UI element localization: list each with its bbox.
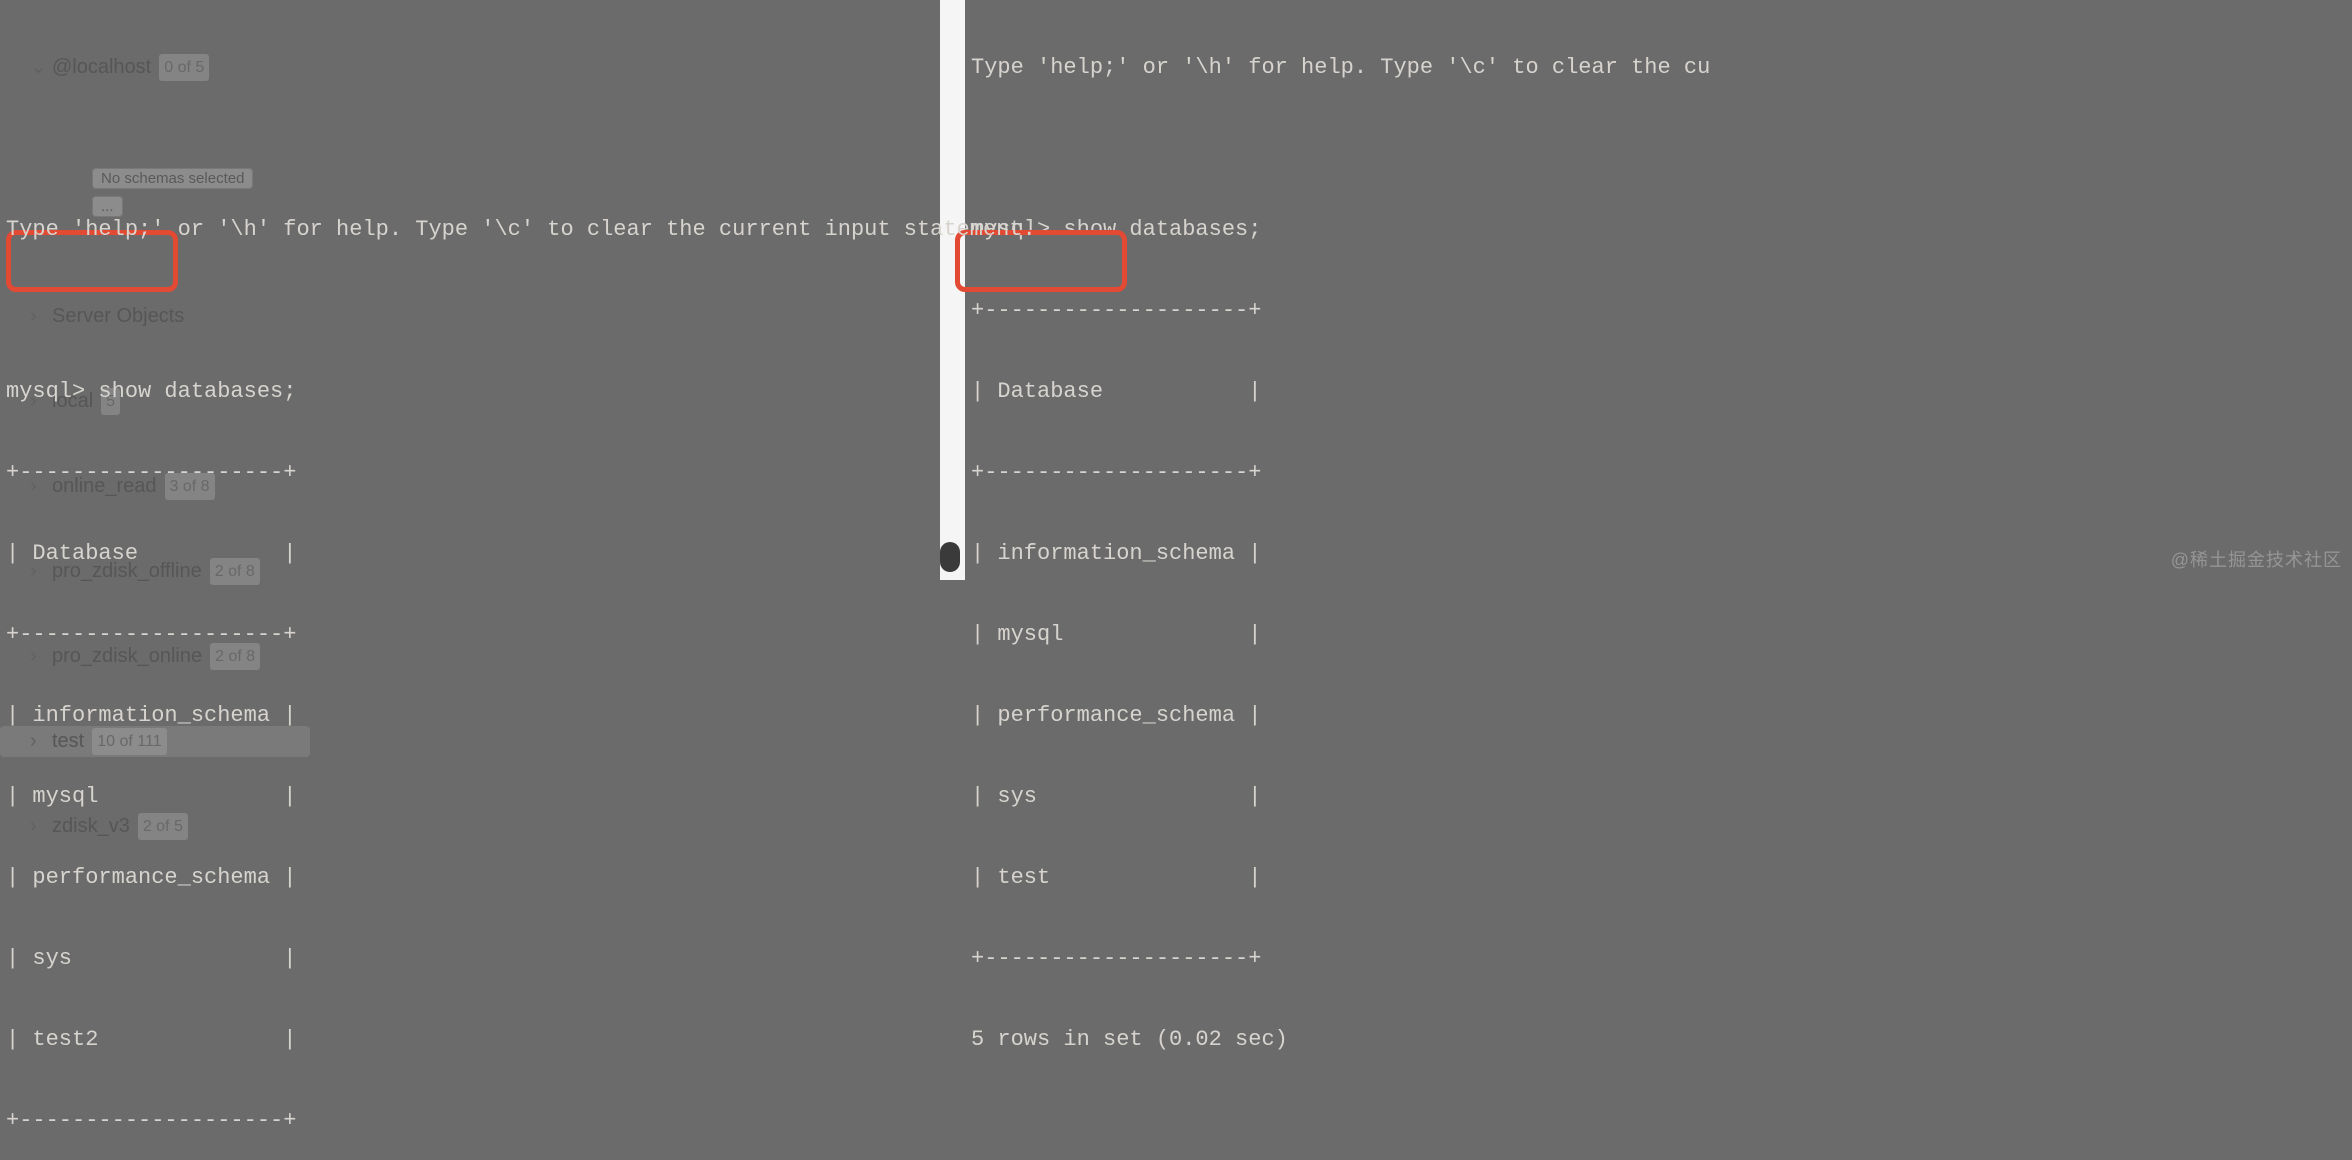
sql-command: mysql> show databases;: [965, 216, 2352, 243]
tree-host-badge: 0 of 5: [159, 54, 209, 81]
table-row: | performance_schema |: [0, 864, 940, 891]
help-line: Type 'help;' or '\h' for help. Type '\c'…: [0, 216, 940, 243]
terminal-right[interactable]: Type 'help;' or '\h' for help. Type '\c'…: [965, 0, 2352, 580]
table-header: | Database |: [0, 540, 940, 567]
table-border: +--------------------+: [965, 945, 2352, 972]
table-row: | information_schema |: [965, 540, 2352, 567]
table-border: +--------------------+: [0, 621, 940, 648]
tree-host-label: @localhost: [52, 54, 151, 81]
table-row: | sys |: [965, 783, 2352, 810]
sql-command: mysql> show databases;: [0, 378, 940, 405]
scrollbar-thumb[interactable]: [940, 542, 960, 572]
table-border: +--------------------+: [965, 297, 2352, 324]
terminal-left[interactable]: @localhost 0 of 5 No schemas selected ..…: [0, 0, 940, 580]
table-row: | performance_schema |: [965, 702, 2352, 729]
table-row: | mysql |: [965, 621, 2352, 648]
table-header: | Database |: [965, 378, 2352, 405]
table-row: | sys |: [0, 945, 940, 972]
pane-divider: [940, 0, 965, 580]
tree-host-row[interactable]: @localhost 0 of 5: [0, 52, 310, 83]
table-row: | information_schema |: [0, 702, 940, 729]
watermark: @稀土掘金技术社区: [2171, 546, 2342, 572]
table-border: +--------------------+: [965, 459, 2352, 486]
table-row: | test2 |: [0, 1026, 940, 1053]
table-border: +--------------------+: [0, 1107, 940, 1134]
table-border: +--------------------+: [0, 459, 940, 486]
help-line: Type 'help;' or '\h' for help. Type '\c'…: [965, 54, 2352, 81]
table-row: | mysql |: [0, 783, 940, 810]
table-row: | test |: [965, 864, 2352, 891]
result-footer: 5 rows in set (0.02 sec): [965, 1026, 2352, 1053]
